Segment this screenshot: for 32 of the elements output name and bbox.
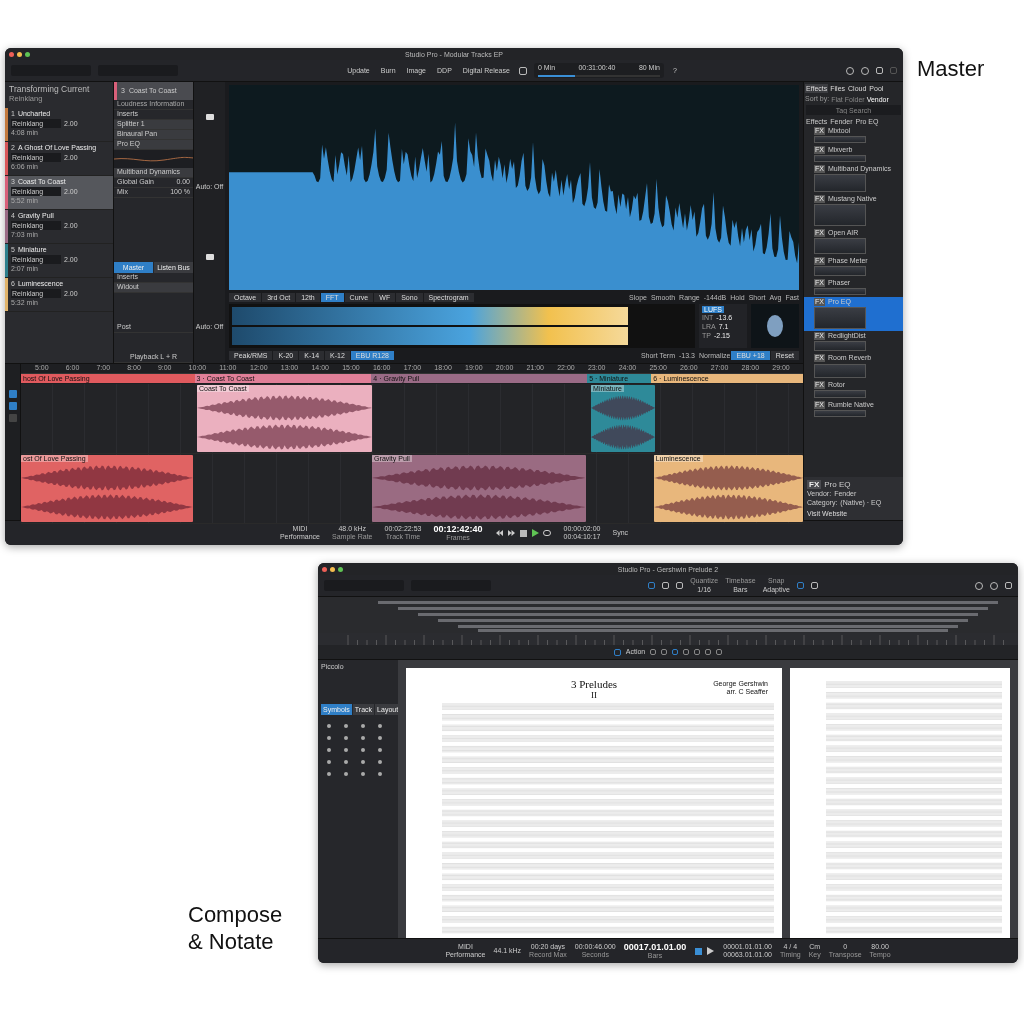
plugin-thumbnail — [814, 136, 866, 144]
plugin-name: Pro EQ — [824, 479, 851, 489]
plugin-thumbnail — [814, 238, 866, 255]
plugin-thumbnail — [814, 363, 866, 378]
section-label: Master — [917, 55, 985, 83]
plugin-thumbnail — [814, 204, 866, 227]
fader-handle[interactable] — [205, 254, 214, 261]
section-label: Compose & Notate — [188, 902, 284, 955]
plugin-thumbnail — [814, 155, 866, 163]
score-number: II — [591, 690, 597, 700]
play-icon[interactable] — [706, 946, 716, 956]
plugin-thumbnail — [814, 389, 866, 398]
score-title: 3 Preludes — [570, 678, 618, 690]
fx-badge: FX — [807, 479, 822, 489]
plugin-thumbnail — [814, 341, 866, 352]
waveform-drawing — [591, 392, 656, 452]
vectorscope-drawing — [751, 304, 799, 348]
forward-icon[interactable] — [506, 528, 516, 538]
stop-icon[interactable] — [518, 528, 528, 538]
project-title: Transforming Current — [9, 85, 91, 95]
plugin-thumbnail — [814, 266, 866, 277]
plugin-thumbnail — [814, 307, 866, 330]
time-display: 00:12:42:40 — [433, 523, 483, 535]
play-icon[interactable] — [530, 528, 540, 538]
plugin-thumbnail — [814, 288, 866, 296]
time-display: 00017.01.01.00 — [623, 941, 687, 953]
loop-icon[interactable] — [542, 528, 552, 538]
plugin-thumbnail — [814, 409, 866, 417]
rewind-icon[interactable] — [494, 528, 504, 538]
plugin-thumbnail — [814, 174, 866, 193]
fader-handle[interactable] — [205, 113, 214, 120]
stop-icon[interactable] — [694, 946, 704, 956]
